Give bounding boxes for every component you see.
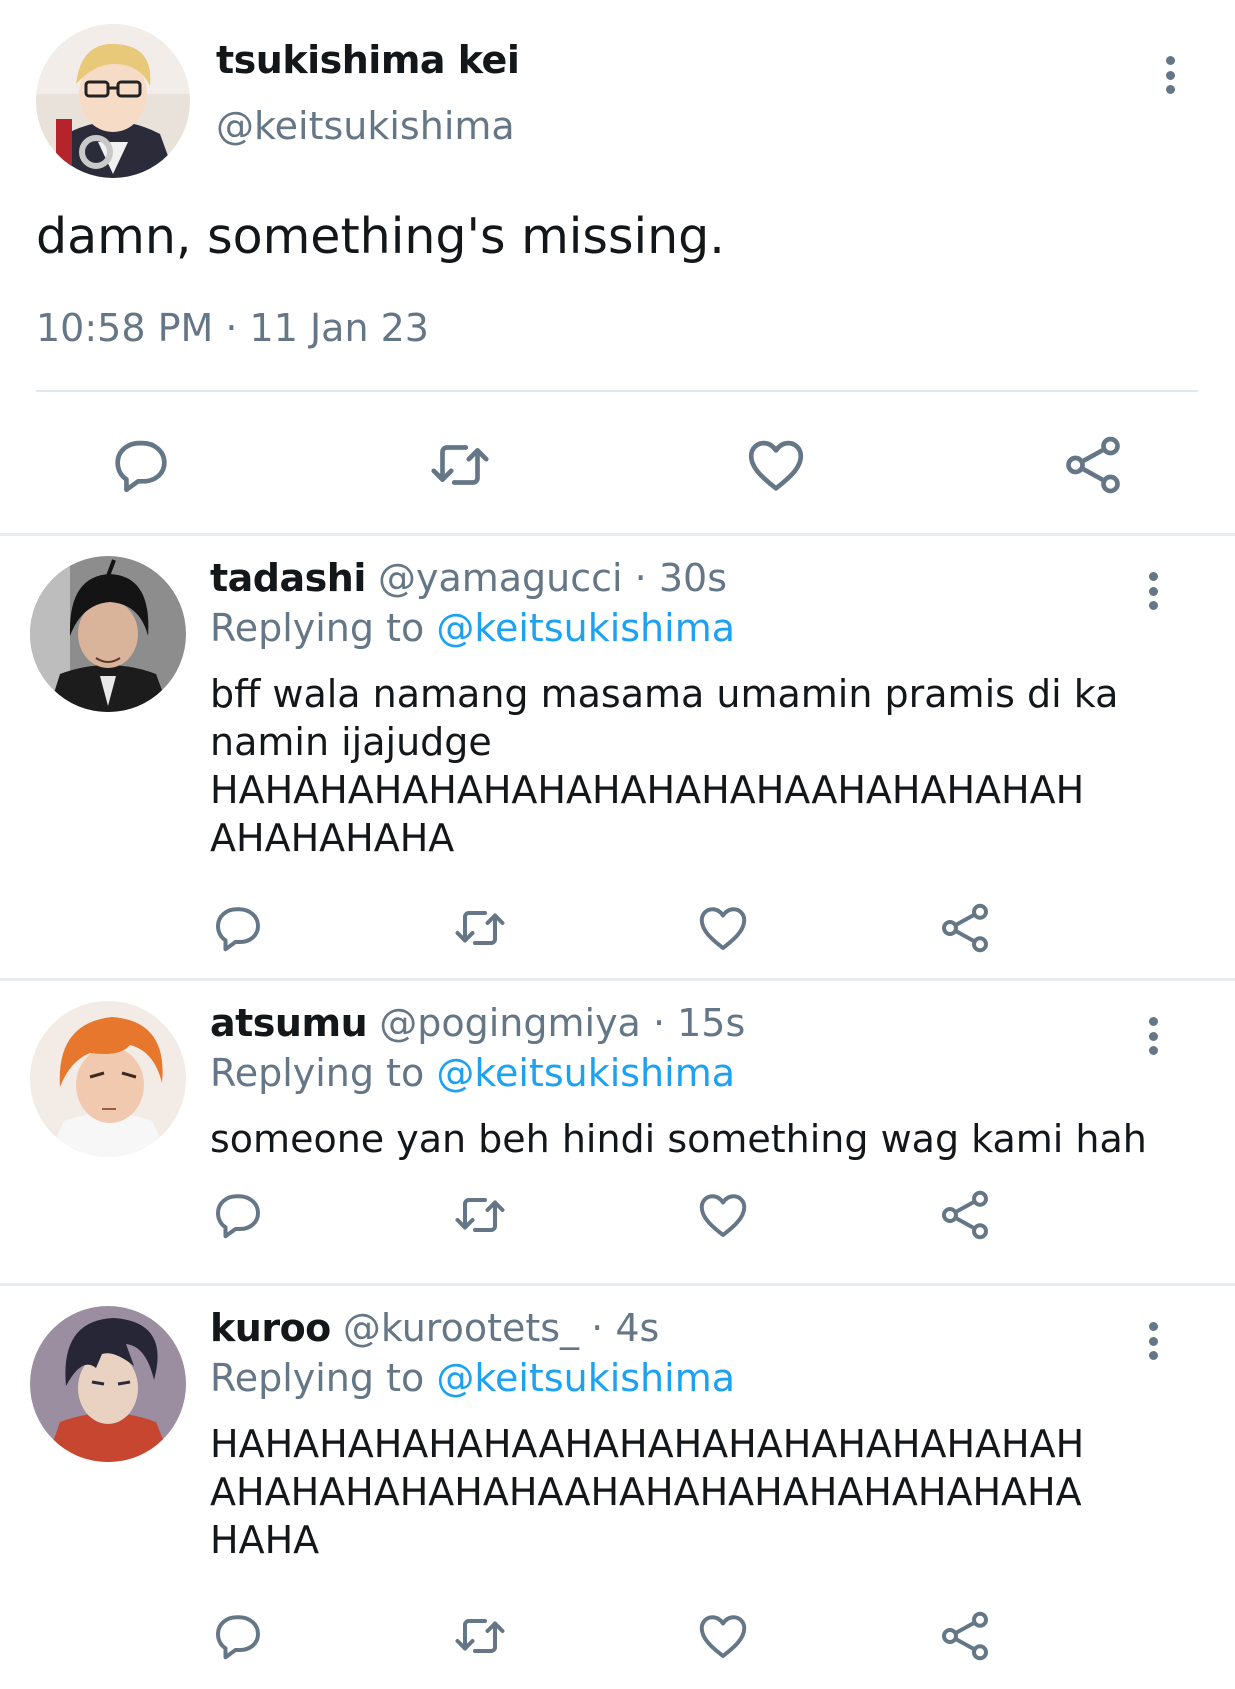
replying-label: Replying to <box>210 1051 425 1095</box>
tweet-timestamp[interactable]: 10:58 PM · 11 Jan 23 <box>36 306 429 350</box>
user-handle[interactable]: @keitsukishima <box>216 104 515 148</box>
user-handle[interactable]: @yamagucci <box>378 556 623 600</box>
reply-tweet[interactable]: kuroo @kurootets_ · 4s Replying to @keit… <box>0 1286 1235 1689</box>
reply-text: HAHAHAHAHAHAAHAHAHAHAHAHAHAHAHAH AHAHAHA… <box>210 1420 1210 1564</box>
replying-to: Replying to @keitsukishima <box>210 1051 735 1095</box>
reply-text-line: HAHAHAHAHAHAHAHAHAHAHAAHAHAHAHAH <box>210 768 1085 812</box>
avatar[interactable] <box>30 1001 186 1157</box>
like-icon[interactable] <box>693 898 753 958</box>
display-name[interactable]: tsukishima kei <box>216 38 520 82</box>
reply-icon[interactable] <box>208 1185 268 1245</box>
more-options-icon[interactable] <box>1133 1316 1173 1366</box>
replying-label: Replying to <box>210 1356 425 1400</box>
share-icon[interactable] <box>935 898 995 958</box>
reply-tweet[interactable]: atsumu @pogingmiya · 15s Replying to @ke… <box>0 981 1235 1283</box>
reply-icon[interactable] <box>208 898 268 958</box>
separator-dot: · <box>634 556 647 600</box>
like-icon[interactable] <box>693 1606 753 1666</box>
mention-link[interactable]: @keitsukishima <box>436 606 735 650</box>
more-options-icon[interactable] <box>1150 50 1190 100</box>
divider <box>36 390 1198 392</box>
more-options-icon[interactable] <box>1133 566 1173 616</box>
reply-time[interactable]: 4s <box>615 1306 659 1350</box>
reply-header: atsumu @pogingmiya · 15s <box>210 1001 745 1045</box>
user-handle[interactable]: @pogingmiya <box>379 1001 641 1045</box>
reply-time[interactable]: 30s <box>659 556 727 600</box>
display-name[interactable]: tadashi <box>210 556 366 600</box>
retweet-icon[interactable] <box>450 1606 510 1666</box>
retweet-icon[interactable] <box>450 1185 510 1245</box>
main-tweet: tsukishima kei @keitsukishima damn, some… <box>0 0 1235 536</box>
reply-time[interactable]: 15s <box>677 1001 745 1045</box>
tweet-text: damn, something's missing. <box>36 208 725 265</box>
reply-tweet[interactable]: tadashi @yamagucci · 30s Replying to @ke… <box>0 536 1235 978</box>
reply-header: tadashi @yamagucci · 30s <box>210 556 727 600</box>
reply-text-line: AHAHAHAHA <box>210 816 455 860</box>
reply-header: kuroo @kurootets_ · 4s <box>210 1306 659 1350</box>
replying-to: Replying to @keitsukishima <box>210 606 735 650</box>
replying-label: Replying to <box>210 606 425 650</box>
mention-link[interactable]: @keitsukishima <box>436 1356 735 1400</box>
retweet-icon[interactable] <box>425 430 495 500</box>
user-handle[interactable]: @kurootets_ <box>343 1306 579 1350</box>
more-options-icon[interactable] <box>1133 1011 1173 1061</box>
separator-dot: · <box>591 1306 604 1350</box>
share-icon[interactable] <box>935 1185 995 1245</box>
tweet-actions <box>0 430 1235 500</box>
reply-text-line: someone yan beh hindi something wag kami… <box>210 1117 1147 1161</box>
mention-link[interactable]: @keitsukishima <box>436 1051 735 1095</box>
retweet-icon[interactable] <box>450 898 510 958</box>
replying-to: Replying to @keitsukishima <box>210 1356 735 1400</box>
reply-icon[interactable] <box>208 1606 268 1666</box>
reply-text-line: bff wala namang masama umamin pramis di … <box>210 672 1119 716</box>
reply-text-line: AHAHAHAHAHAHAAHAHAHAHAHAHAHAHAHA <box>210 1470 1082 1514</box>
like-icon[interactable] <box>693 1185 753 1245</box>
tweet-thread-screen: tsukishima kei @keitsukishima damn, some… <box>0 0 1235 1689</box>
tweet-actions <box>0 898 1235 958</box>
avatar[interactable] <box>36 24 190 178</box>
reply-text-line: HAHAHAHAHAHAAHAHAHAHAHAHAHAHAHAH <box>210 1422 1085 1466</box>
display-name[interactable]: kuroo <box>210 1306 331 1350</box>
reply-icon[interactable] <box>106 430 176 500</box>
share-icon[interactable] <box>1058 430 1128 500</box>
like-icon[interactable] <box>741 430 811 500</box>
reply-text-line: namin ijajudge <box>210 720 492 764</box>
tweet-actions <box>0 1185 1235 1245</box>
separator-dot: · <box>652 1001 666 1045</box>
share-icon[interactable] <box>935 1606 995 1666</box>
avatar[interactable] <box>30 1306 186 1462</box>
tweet-actions <box>0 1606 1235 1666</box>
reply-text: someone yan beh hindi something wag kami… <box>210 1115 1210 1163</box>
avatar[interactable] <box>30 556 186 712</box>
reply-text: bff wala namang masama umamin pramis di … <box>210 670 1210 862</box>
reply-text-line: HAHA <box>210 1518 320 1562</box>
display-name[interactable]: atsumu <box>210 1001 368 1045</box>
